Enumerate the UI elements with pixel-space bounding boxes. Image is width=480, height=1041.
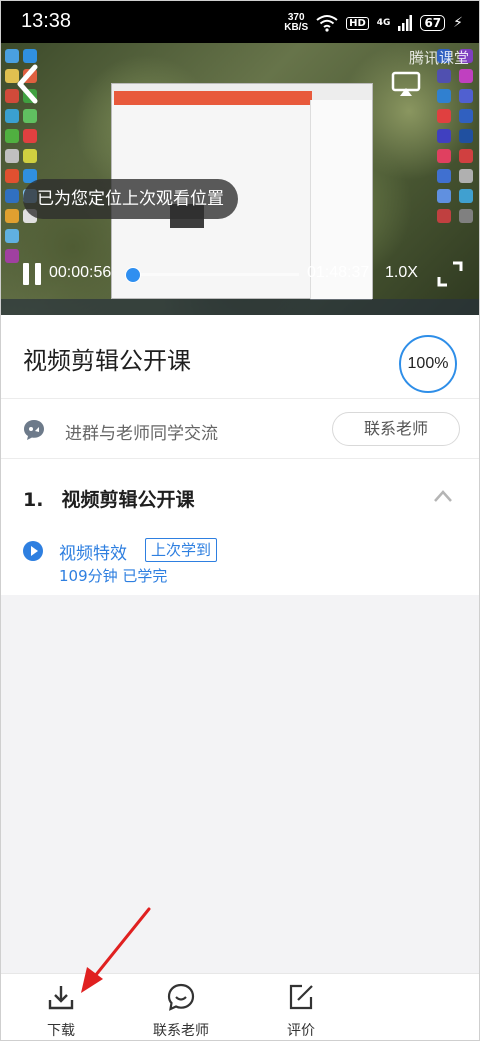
nav-review[interactable]: 评价 (256, 974, 346, 1040)
chapter-number: 1. (23, 489, 44, 511)
signal-icon (398, 15, 413, 31)
cast-icon[interactable] (391, 71, 421, 97)
desktop-icons-right (437, 49, 451, 223)
group-chat-row[interactable]: 进群与老师同学交流 联系老师 (1, 399, 479, 459)
pause-icon[interactable] (23, 263, 43, 285)
nav-download-label: 下载 (47, 1023, 75, 1039)
battery-indicator: 67 (420, 15, 446, 31)
hd-badge: HD (346, 16, 369, 30)
video-player[interactable]: 腾讯课堂 已为您定位上次观看位置 00:00:56 01:48:37 1.0X (1, 43, 479, 315)
playback-speed-button[interactable]: 1.0X (385, 264, 418, 282)
resume-position-toast: 已为您定位上次观看位置 (23, 179, 238, 219)
nav-contact-label: 联系老师 (153, 1023, 209, 1039)
total-time: 01:48:37 (307, 264, 370, 281)
status-bar: 13:38 370 KB/S HD 4G 67 ⚡ (1, 1, 479, 43)
annotation-arrow (81, 907, 151, 993)
recorded-taskbar (1, 299, 479, 315)
signal-label: 4G (376, 18, 391, 28)
chapter-header[interactable]: 1. 视频剪辑公开课 (23, 485, 194, 512)
current-time: 00:00:56 (49, 264, 112, 281)
course-header: 视频剪辑公开课 100% (1, 315, 479, 399)
status-time: 13:38 (21, 10, 72, 32)
group-chat-text: 进群与老师同学交流 (65, 424, 218, 444)
course-title: 视频剪辑公开课 (23, 347, 191, 375)
play-circle-icon[interactable] (23, 541, 43, 561)
fullscreen-icon[interactable] (437, 261, 463, 287)
charging-icon: ⚡ (453, 15, 463, 31)
edit-icon (289, 984, 313, 1010)
app-screen: 13:38 370 KB/S HD 4G 67 ⚡ 腾讯课堂 已为您定位上次观看… (0, 0, 480, 1041)
chevron-up-icon[interactable] (433, 489, 453, 503)
chat-icon (24, 420, 44, 440)
completion-ring: 100% (399, 335, 457, 393)
chapter-section: 1. 视频剪辑公开课 视频特效 上次学到 109分钟 已学完 (1, 459, 479, 595)
network-speed: 370 KB/S (284, 13, 308, 33)
nav-review-label: 评价 (287, 1023, 315, 1039)
lesson-title[interactable]: 视频特效 (59, 539, 127, 564)
message-smile-icon (167, 983, 195, 1011)
brand-watermark: 腾讯课堂 (409, 49, 470, 67)
network-speed-unit: KB/S (284, 22, 309, 33)
wifi-icon (316, 15, 338, 32)
last-watched-badge: 上次学到 (145, 538, 218, 562)
lesson-meta: 109分钟 已学完 (59, 567, 168, 585)
status-icons: 370 KB/S HD 4G 67 ⚡ (284, 11, 463, 35)
desktop-icons-right-2 (459, 49, 473, 223)
contact-teacher-button[interactable]: 联系老师 (332, 412, 460, 446)
progress-slider[interactable] (124, 266, 299, 283)
chapter-title: 视频剪辑公开课 (61, 489, 195, 511)
progress-knob[interactable] (124, 266, 141, 283)
back-icon[interactable] (11, 63, 45, 105)
